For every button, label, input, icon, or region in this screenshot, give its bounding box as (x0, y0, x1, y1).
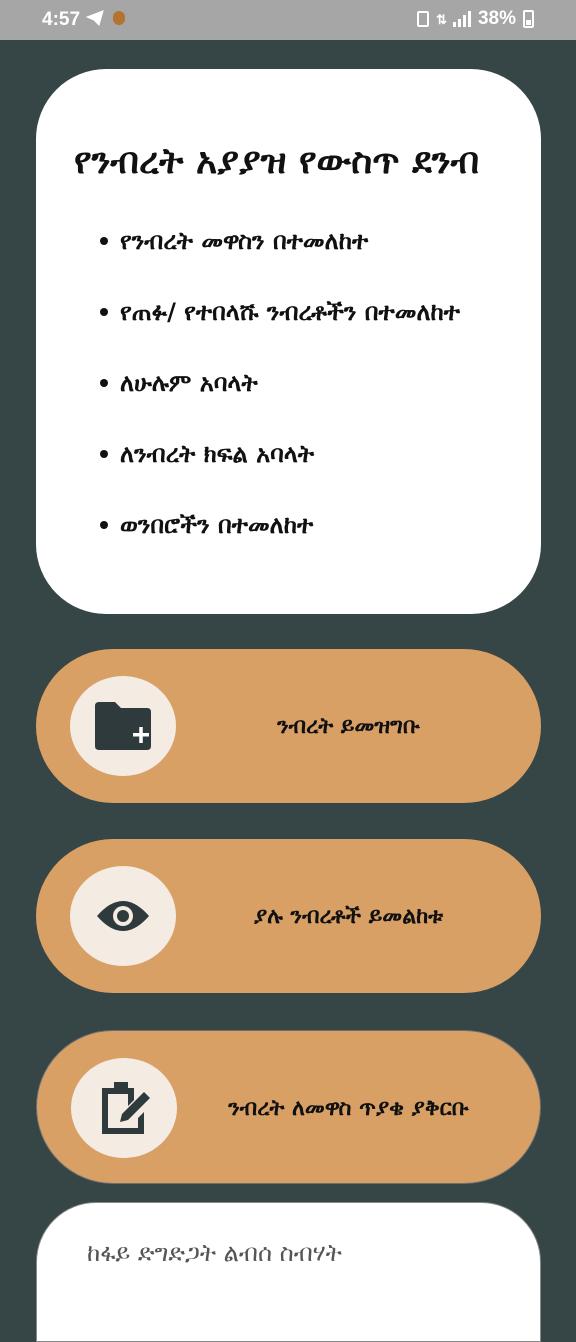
status-time: 4:57 (42, 9, 81, 30)
eye-icon (70, 866, 176, 966)
rules-list: የንብረት መዋስን በተመለከተ የጠፉ/ የተበላሹ ንብረቶችን በተመለ… (100, 227, 460, 582)
register-property-label: ንብረት ይመዝግቡ (277, 713, 420, 739)
request-form-icon (71, 1058, 177, 1158)
signal-icon (452, 11, 471, 27)
telegram-send-icon (85, 10, 104, 32)
rules-list-item[interactable]: ወንበሮችን በተመለከተ (100, 511, 460, 582)
borrow-request-button[interactable]: ንብረት ለመዋስ ጥያቄ ያቅርቡ (36, 1030, 541, 1184)
bullet-icon (100, 237, 108, 245)
status-bar: 4:57 ⇅ 38% (0, 0, 576, 40)
register-property-button[interactable]: ንብረት ይመዝግቡ (36, 649, 541, 803)
rules-item-label: የንብረት መዋስን በተመለከተ (120, 227, 369, 255)
bullet-icon (100, 450, 108, 458)
rules-title: የንብረት አያያዝ የውስጥ ደንብ (74, 141, 480, 182)
rules-card: የንብረት አያያዝ የውስጥ ደንብ የንብረት መዋስን በተመለከተ የጠ… (36, 69, 541, 614)
data-arrows-icon: ⇅ (436, 11, 447, 27)
rules-item-label: ወንበሮችን በተመለከተ (120, 511, 314, 539)
rules-item-label: የጠፉ/ የተበላሹ ንብረቶችን በተመለከተ (120, 298, 460, 326)
battery-icon (523, 10, 534, 28)
rules-list-item[interactable]: የጠፉ/ የተበላሹ ንብረቶችን በተመለከተ (100, 298, 460, 369)
footer-card-text: ከፋይ ድግድጋት ልብሰ ስብሃት (87, 1239, 342, 1267)
rules-item-label: ለሁሉም አባላት (120, 369, 258, 397)
bullet-icon (100, 379, 108, 387)
app-notification-icon (113, 11, 125, 25)
bullet-icon (100, 521, 108, 529)
rules-list-item[interactable]: ለንብረት ክፍል አባላት (100, 440, 460, 511)
battery-saver-icon (417, 11, 430, 27)
view-properties-label: ያሉ ንብረቶች ይመልከቱ (253, 903, 444, 929)
folder-add-icon (70, 676, 176, 776)
battery-percent: 38% (477, 8, 516, 29)
footer-card[interactable]: ከፋይ ድግድጋት ልብሰ ስብሃት (36, 1202, 541, 1342)
rules-item-label: ለንብረት ክፍል አባላት (120, 440, 315, 468)
view-properties-button[interactable]: ያሉ ንብረቶች ይመልከቱ (36, 839, 541, 993)
bullet-icon (100, 308, 108, 316)
borrow-request-label: ንብረት ለመዋስ ጥያቄ ያቅርቡ (228, 1095, 469, 1121)
rules-list-item[interactable]: የንብረት መዋስን በተመለከተ (100, 227, 460, 298)
rules-list-item[interactable]: ለሁሉም አባላት (100, 369, 460, 440)
